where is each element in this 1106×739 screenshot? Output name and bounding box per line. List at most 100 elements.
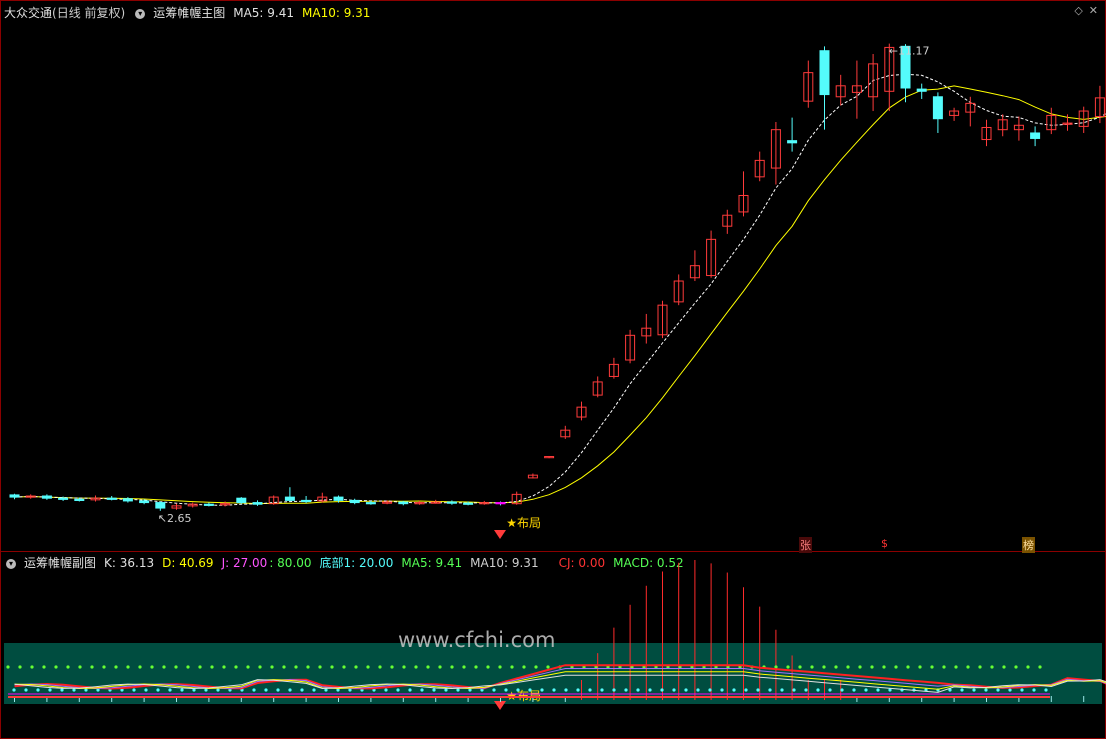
level-dot-upper (66, 665, 70, 669)
level-dot-lower (36, 688, 40, 692)
level-dot-upper (126, 665, 130, 669)
level-dot-lower (1044, 688, 1048, 692)
level-dot-lower (312, 688, 316, 692)
candle-body (41, 495, 52, 499)
candle-body (333, 496, 344, 501)
level-dot-lower (1020, 688, 1024, 692)
level-dot-upper (798, 665, 802, 669)
level-dot-upper (294, 665, 298, 669)
candle-body (252, 502, 263, 505)
level-dot-upper (138, 665, 142, 669)
level-dot-lower (840, 688, 844, 692)
candle-body (155, 502, 166, 509)
level-dot-lower (444, 688, 448, 692)
level-dot-lower (792, 688, 796, 692)
signal-zhang: 张 (799, 537, 812, 553)
candle-body (58, 497, 69, 500)
level-dot-lower (408, 688, 412, 692)
level-dot-upper (1002, 665, 1006, 669)
candle-body (819, 50, 830, 96)
level-dot-lower (552, 688, 556, 692)
level-dot-upper (198, 665, 202, 669)
level-dot-upper (102, 665, 106, 669)
level-dot-upper (186, 665, 190, 669)
level-dot-lower (540, 688, 544, 692)
level-dot-lower (144, 688, 148, 692)
candle-body (495, 502, 506, 505)
level-dot-lower (528, 688, 532, 692)
level-dot-lower (876, 688, 880, 692)
level-dot-upper (306, 665, 310, 669)
candle-body (74, 498, 85, 501)
level-dot-upper (90, 665, 94, 669)
level-dot-lower (276, 688, 280, 692)
level-dot-upper (978, 665, 982, 669)
candle-body (9, 494, 20, 498)
level-dot-upper (990, 665, 994, 669)
level-dot-upper (114, 665, 118, 669)
level-dot-upper (366, 665, 370, 669)
level-dot-lower (816, 688, 820, 692)
level-dot-lower (132, 688, 136, 692)
candle-body (301, 499, 312, 503)
level-dot-lower (516, 688, 520, 692)
level-dot-lower (456, 688, 460, 692)
level-dot-upper (270, 665, 274, 669)
level-dot-upper (810, 665, 814, 669)
candle-body (139, 500, 150, 504)
level-dot-upper (6, 665, 10, 669)
high-price-label: ←11.17 (889, 45, 930, 58)
level-dot-upper (1026, 665, 1030, 669)
level-dot-lower (420, 688, 424, 692)
level-dot-upper (522, 665, 526, 669)
candle-body (463, 502, 474, 505)
level-dot-lower (492, 688, 496, 692)
level-dot-lower (84, 688, 88, 692)
level-dot-lower (48, 688, 52, 692)
level-dot-lower (744, 688, 748, 692)
level-dot-upper (210, 665, 214, 669)
candle-body (787, 140, 798, 144)
level-dot-upper (354, 665, 358, 669)
sub-panel-background (4, 643, 1102, 704)
level-dot-lower (732, 688, 736, 692)
candle-body (203, 503, 214, 506)
level-dot-lower (996, 688, 1000, 692)
level-dot-upper (162, 665, 166, 669)
level-dot-upper (942, 665, 946, 669)
level-dot-upper (282, 665, 286, 669)
level-dot-lower (684, 688, 688, 692)
level-dot-lower (564, 688, 568, 692)
candle-body (236, 497, 247, 504)
level-dot-lower (1008, 688, 1012, 692)
level-dot-upper (870, 665, 874, 669)
level-dot-upper (786, 665, 790, 669)
level-dot-upper (342, 665, 346, 669)
level-dot-upper (834, 665, 838, 669)
level-dot-upper (174, 665, 178, 669)
candle-body (365, 502, 376, 505)
level-dot-lower (468, 688, 472, 692)
level-dot-lower (300, 688, 304, 692)
level-dot-upper (234, 665, 238, 669)
level-dot-upper (30, 665, 34, 669)
level-dot-upper (414, 665, 418, 669)
buju-label-main: ★布局 (506, 516, 541, 530)
level-dot-lower (696, 688, 700, 692)
level-dot-upper (450, 665, 454, 669)
level-dot-upper (318, 665, 322, 669)
level-dot-upper (330, 665, 334, 669)
level-dot-upper (486, 665, 490, 669)
candle-body (349, 499, 360, 504)
candle-body (398, 501, 409, 505)
level-dot-upper (546, 665, 550, 669)
level-dot-upper (894, 665, 898, 669)
level-dot-lower (960, 688, 964, 692)
level-dot-lower (984, 688, 988, 692)
level-dot-upper (222, 665, 226, 669)
level-dot-lower (708, 688, 712, 692)
level-dot-upper (918, 665, 922, 669)
ma10-line (14, 85, 1106, 505)
candle-body (916, 88, 927, 92)
level-dot-lower (432, 688, 436, 692)
